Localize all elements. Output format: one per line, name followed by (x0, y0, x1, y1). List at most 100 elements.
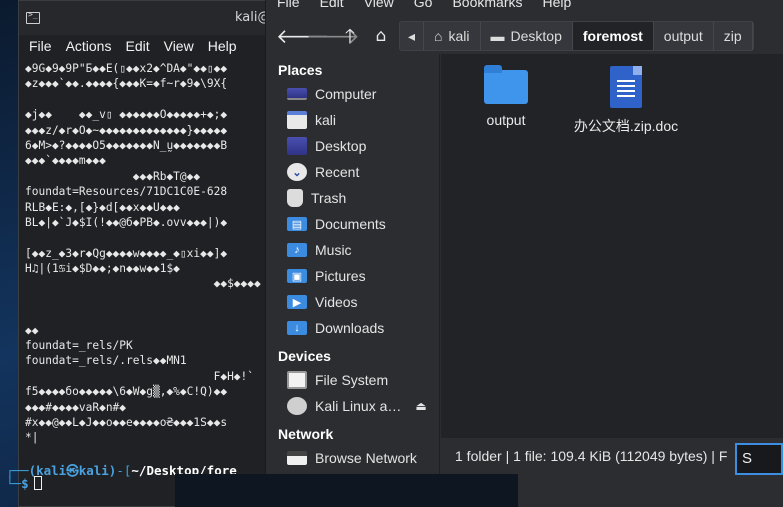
fm-menu-help[interactable]: Help (543, 0, 572, 12)
breadcrumb-output[interactable]: output (654, 22, 714, 50)
terminal-menubar: File Actions Edit View Help (19, 35, 279, 57)
sidebar-item-label: Pictures (315, 268, 366, 284)
terminal-menu-help[interactable]: Help (208, 38, 237, 54)
file-manager-window[interactable]: File Edit View Go Bookmarks Help 🡐 🡒 🡑 ⌂… (265, 0, 783, 507)
terminal-titlebar[interactable]: kali@ (19, 1, 279, 35)
recent-icon: ⌄ (287, 163, 307, 181)
terminal-line: RLB◆E:◆,[◆}◆d[◆◆x◆◆U◆◆◆ (25, 200, 180, 214)
terminal-line: ◆9G◆9◆9P"Б◆◆E(▯◆◆x2◆^DA◆"◆◆▯◆◆ (25, 62, 228, 75)
fm-menu-file[interactable]: File (277, 0, 300, 12)
sidebar-item-videos[interactable]: ▶ Videos (266, 289, 439, 315)
sidebar-item-label: Music (315, 242, 352, 258)
sidebar-header-devices: Devices (278, 348, 331, 364)
sidebar-item-label: Documents (315, 216, 386, 232)
breadcrumb: ◂ ⌂ kali ▬ Desktop foremost output zip (399, 21, 754, 51)
trash-icon (287, 189, 303, 207)
breadcrumb-kali[interactable]: ⌂ kali (424, 22, 481, 50)
file-item-output[interactable]: output (451, 64, 561, 128)
terminal-line: f5◆◆◆◆бo◆◆◆◆◆\6◆W◆g▒,◆%◆C!Q)◆◆ (25, 385, 228, 399)
breadcrumb-left-arrow-icon[interactable]: ◂ (400, 22, 425, 50)
sidebar-item-kali-linux-disc[interactable]: Kali Linux a… ⏏ (266, 393, 439, 419)
sidebar-header-places: Places (278, 62, 323, 78)
sidebar-item-recent[interactable]: ⌄ Recent (266, 159, 439, 185)
sidebar-item-music[interactable]: ♪ Music (266, 237, 439, 263)
fm-menu-view[interactable]: View (364, 0, 394, 12)
terminal-line: [◆◆z_◆3◆r◆Qg◆◆◆◆w◆◆◆◆_◆▯xi◆◆]◆ (25, 246, 228, 260)
fm-menu-go[interactable]: Go (414, 0, 433, 12)
forward-arrow-icon[interactable]: 🡒 (306, 24, 360, 48)
computer-icon (287, 88, 307, 100)
sidebar-item-label: Browse Network (315, 450, 417, 466)
file-item-document[interactable]: 办公文档.zip.doc (571, 64, 681, 136)
home-icon: ⌂ (434, 28, 443, 44)
eject-icon[interactable]: ⏏ (415, 399, 426, 413)
sidebar-item-label: Kali Linux a… (315, 398, 402, 414)
terminal-line: ◆◆◆z/◆r◆O◆~◆◆◆◆◆◆◆◆◆◆◆◆◆}◆◆◆◆◆ (25, 123, 228, 137)
music-folder-icon: ♪ (287, 243, 307, 257)
terminal-line: foundat=_rels/.rels◆◆MN1 (25, 354, 187, 368)
document-icon (610, 66, 642, 108)
terminal-line: ◆◆ (25, 323, 39, 337)
terminal-menu-edit[interactable]: Edit (125, 38, 149, 54)
sidebar-item-pictures[interactable]: ▣ Pictures (266, 263, 439, 289)
terminal-line: ◆◆◆Rb◆T@◆◆ (25, 169, 201, 183)
terminal-cursor (33, 476, 42, 490)
terminal-line: ◆◆◆#◆◆◆◆vaR◆n#◆ (25, 400, 127, 414)
fm-menu-bookmarks[interactable]: Bookmarks (452, 0, 522, 12)
sidebar-item-label: Computer (315, 86, 377, 102)
sidebar-item-trash[interactable]: Trash (266, 185, 439, 211)
up-arrow-icon[interactable]: 🡑 (337, 24, 363, 48)
terminal-line: foundat=_rels/PK (25, 339, 133, 353)
sidebar-item-label: Desktop (315, 138, 367, 154)
sidebar-item-browse-network[interactable]: Browse Network (266, 445, 439, 471)
sidebar-item-label: Videos (315, 294, 358, 310)
search-input[interactable]: S (735, 443, 783, 475)
sidebar-item-label: Recent (315, 164, 360, 180)
file-manager-menubar: File Edit View Go Bookmarks Help (266, 0, 571, 12)
desktop-strip (175, 474, 518, 507)
sidebar-item-computer[interactable]: Computer (266, 81, 439, 107)
sidebar-item-downloads[interactable]: ↓ Downloads (266, 315, 439, 341)
status-bar: 1 folder | 1 file: 109.4 KiB (112049 byt… (441, 438, 783, 474)
terminal-line: ◆◆$◆◆◆◆ (25, 277, 261, 291)
breadcrumb-foremost[interactable]: foremost (572, 22, 654, 50)
breadcrumb-label: kali (448, 28, 470, 44)
sidebar-item-kali[interactable]: kali (266, 107, 439, 133)
sidebar-header-network: Network (278, 426, 334, 442)
terminal-line: BL◆|◆`J◆$I(!◆◆@б◆PB◆.ovv◆◆◆|)◆ (25, 215, 228, 229)
file-manager-sidebar: Places Computer kali Desktop ⌄ Recent Tra… (266, 54, 440, 507)
terminal-icon (26, 10, 40, 24)
file-item-label: 办公文档.zip.doc (573, 118, 679, 134)
file-item-label: output (486, 112, 526, 128)
terminal-line: #x◆◆@◆◆L◆J◆◆o◆◆e◆◆◆◆o₴◆◆◆1S◆◆s (25, 415, 228, 429)
file-view[interactable]: output 办公文档.zip.doc (441, 54, 783, 438)
home-icon (287, 111, 307, 129)
terminal-line: 6◆M>◆?◆◆◆◆O5◆◆◆◆◆◆◆N̲ṵ◆◆◆◆◆◆◆B (25, 138, 228, 152)
terminal-menu-file[interactable]: File (29, 38, 52, 54)
back-arrow-icon[interactable]: 🡐 (276, 24, 330, 48)
sidebar-item-label: File System (315, 372, 389, 388)
fm-menu-edit[interactable]: Edit (320, 0, 344, 12)
terminal-line: ◆j◆◆ ◆◆_v▯ ◆◆◆◆◆◆O◆◆◆◆◆+◆;◆ (25, 108, 228, 122)
terminal-line: H♫|(1♋i◆$D◆◆;◆n◆◆w◆◆1$◆ (25, 262, 180, 276)
terminal-input-line[interactable]: └─$ (6, 476, 42, 491)
terminal-line: *| (25, 431, 39, 445)
sidebar-item-desktop[interactable]: Desktop (266, 133, 439, 159)
breadcrumb-desktop[interactable]: ▬ Desktop (481, 22, 573, 50)
documents-folder-icon: ▤ (287, 217, 307, 231)
breadcrumb-label: Desktop (510, 28, 562, 44)
prompt-user: (kali㉿kali) (28, 463, 117, 478)
terminal-window[interactable]: kali@ File Actions Edit View Help ◆9G◆9◆… (18, 0, 280, 507)
sidebar-item-documents[interactable]: ▤ Documents (266, 211, 439, 237)
file-manager-toolbar: 🡐 🡒 🡑 ⌂ ◂ ⌂ kali ▬ Desktop foremost output… (266, 18, 783, 54)
sidebar-item-file-system[interactable]: File System (266, 367, 439, 393)
disc-icon (287, 397, 307, 415)
pictures-folder-icon: ▣ (287, 269, 307, 283)
home-button-icon[interactable]: ⌂ (368, 24, 394, 48)
terminal-line: foundat=Resources/71DC1C0E-628 (25, 185, 228, 199)
terminal-output[interactable]: ◆9G◆9◆9P"Б◆◆E(▯◆◆x2◆^DA◆"◆◆▯◆◆ ◆z◆◆◆`◆◆.◆… (25, 61, 279, 506)
terminal-menu-actions[interactable]: Actions (66, 38, 112, 54)
terminal-menu-view[interactable]: View (164, 38, 194, 54)
breadcrumb-zip[interactable]: zip (714, 22, 753, 50)
